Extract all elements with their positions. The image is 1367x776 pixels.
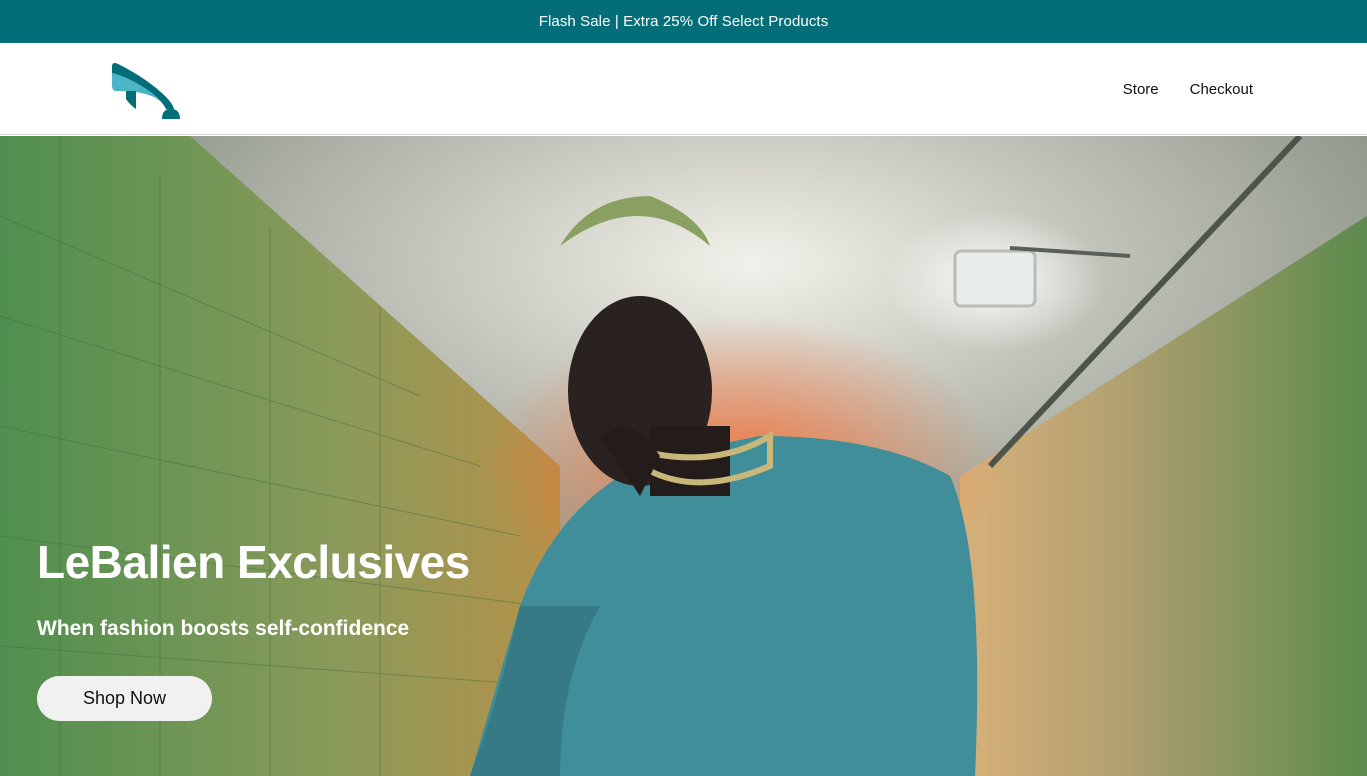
hero-section: LeBalien Exclusives When fashion boosts … [0,136,1367,776]
hero-subtitle: When fashion boosts self-confidence [37,616,410,640]
hero-image [0,136,1367,776]
logo[interactable] [108,53,186,123]
nav-store-link[interactable]: Store [1123,81,1159,98]
promo-banner: Flash Sale | Extra 25% Off Select Produc… [0,0,1367,43]
shop-now-button[interactable]: Shop Now [37,676,212,721]
site-header: Store Checkout [0,43,1367,135]
promo-text: Flash Sale | Extra 25% Off Select Produc… [538,13,829,30]
hero-title: LeBalien Exclusives [37,536,470,588]
whale-tail-logo-icon [112,63,180,119]
hero-content: LeBalien Exclusives When fashion boosts … [37,536,637,721]
main-nav: Store Checkout [1123,43,1253,135]
nav-checkout-link[interactable]: Checkout [1190,81,1253,98]
